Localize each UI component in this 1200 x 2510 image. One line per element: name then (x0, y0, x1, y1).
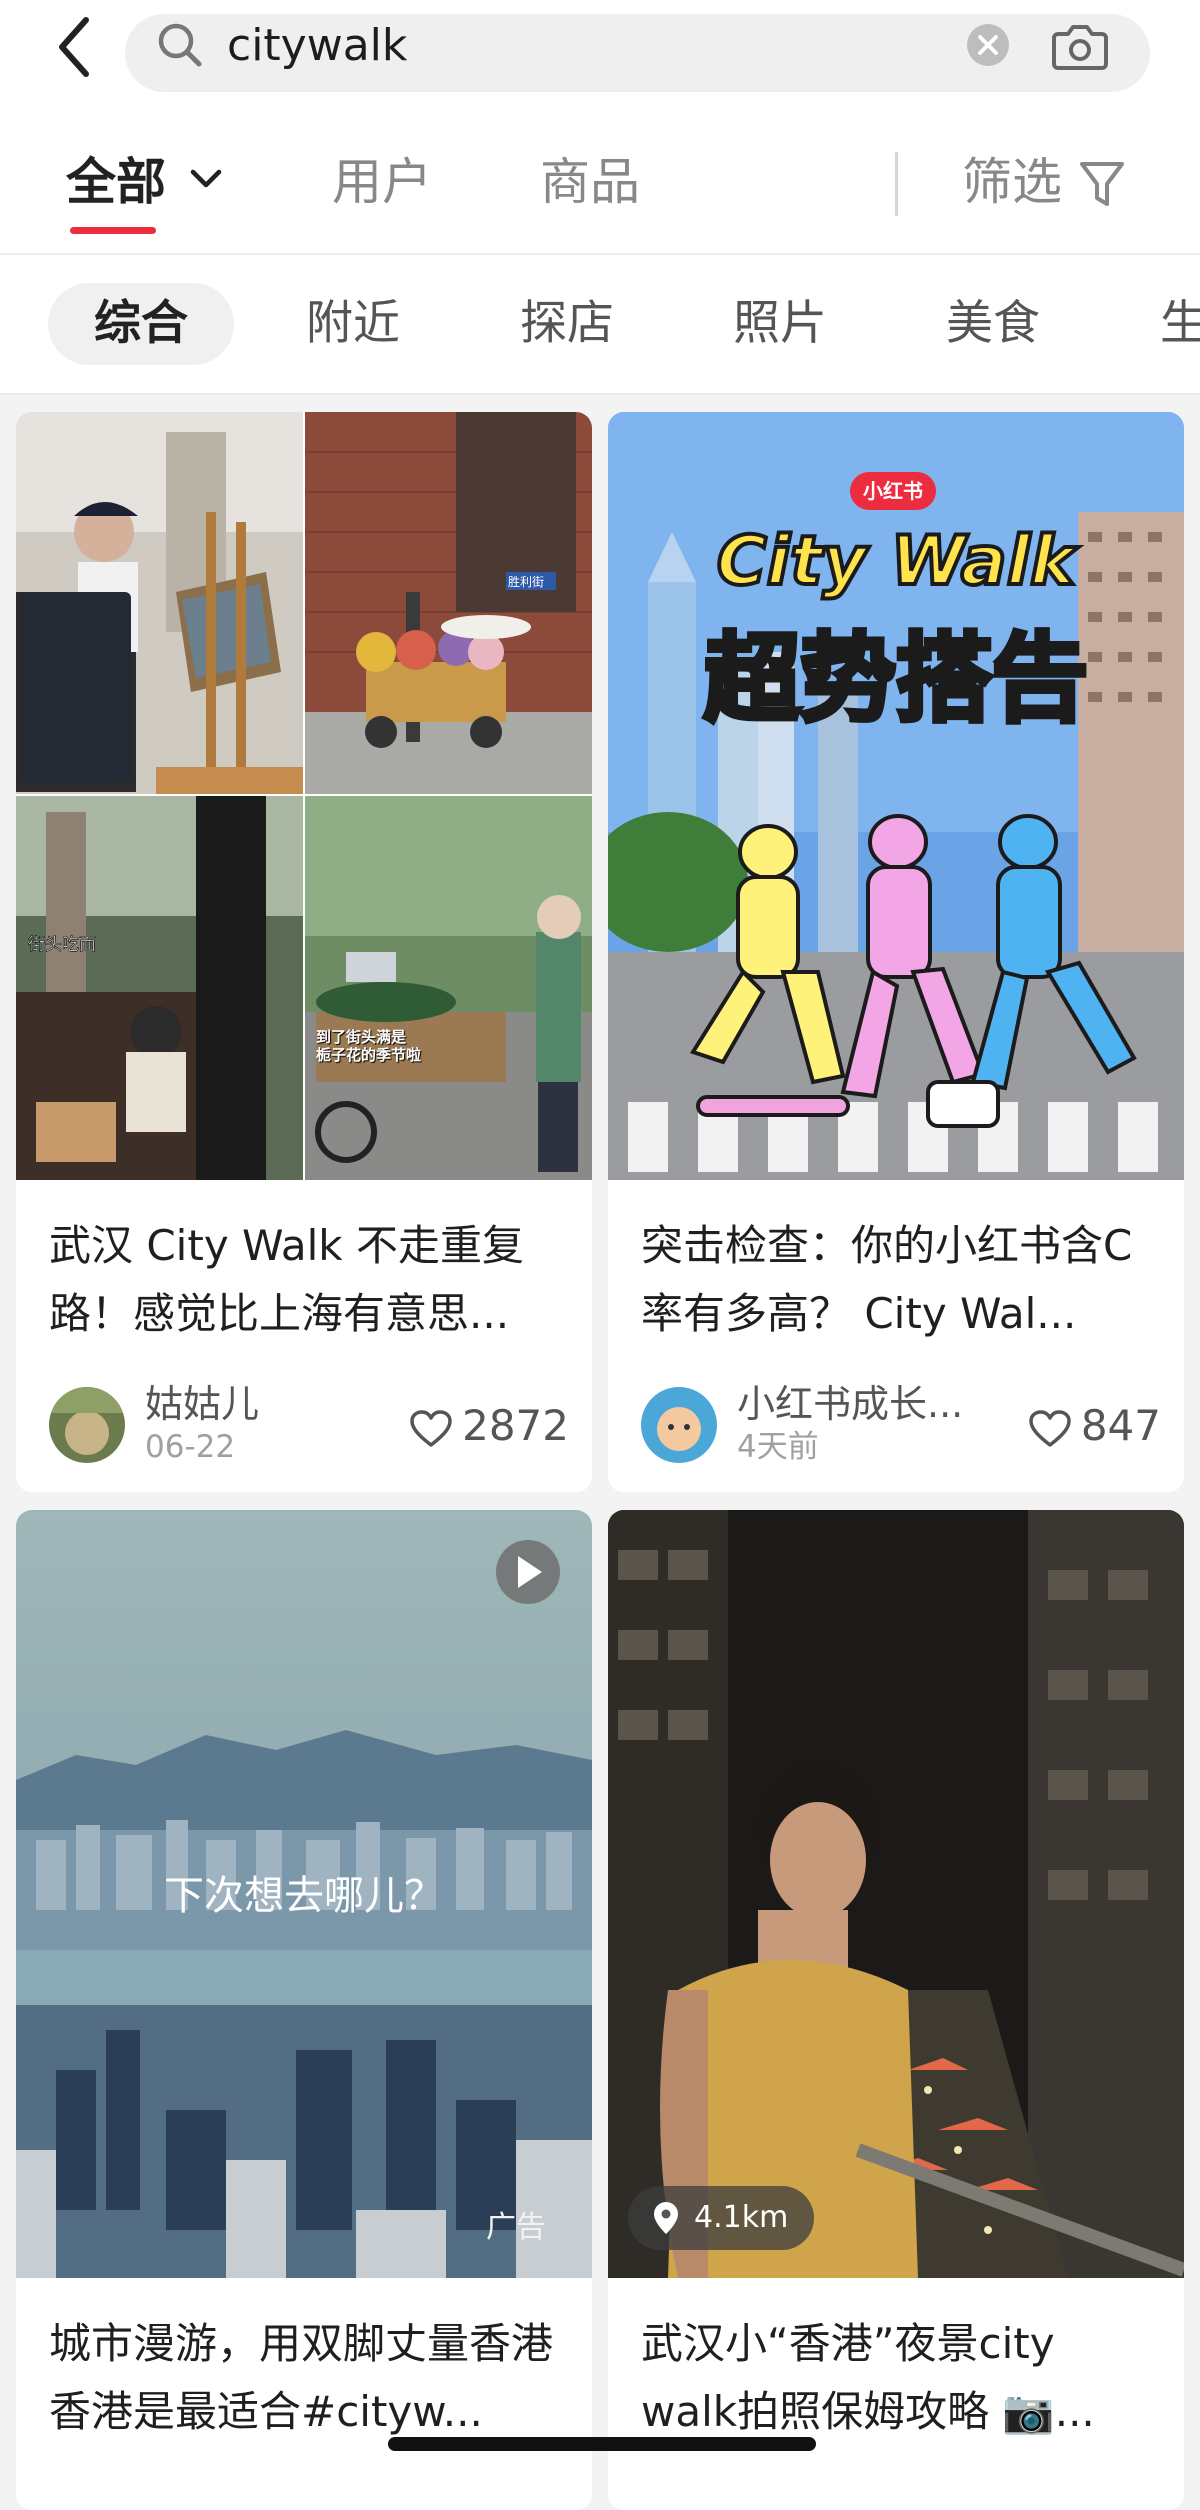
card-author-row: 小红书成长... 4天前 847 (641, 1382, 1161, 1472)
category-food[interactable]: 美食 (946, 283, 1040, 365)
filter-button[interactable]: 筛选 (962, 152, 1062, 212)
card-cover-image[interactable]: 下次想去哪儿？ 广告 (16, 1510, 592, 2278)
post-date: 06-22 (145, 1429, 236, 1465)
poster-headline: City Walk (717, 522, 1079, 601)
card-title[interactable]: 武汉 City Walk 不走重复路！感觉比上海有意思... (49, 1212, 569, 1348)
tabs-separator (895, 152, 898, 216)
category-nearby[interactable]: 附近 (306, 283, 400, 365)
search-query[interactable]: citywalk (227, 16, 407, 76)
like-count-value: 847 (1080, 1401, 1161, 1450)
category-filter-bar: 综合 附近 探店 照片 美食 生 (0, 255, 1200, 395)
author-avatar[interactable] (641, 1387, 717, 1463)
filter-icon[interactable] (1078, 156, 1126, 212)
search-bar[interactable]: citywalk (125, 14, 1150, 92)
card-author-row: 姑姑儿 06-22 2872 (49, 1382, 569, 1472)
cart-caption: 到了街头满是 栀子花的季节啦 (316, 1028, 422, 1064)
back-arrow-icon[interactable] (50, 12, 100, 82)
home-indicator (388, 2437, 816, 2451)
feed-card-1[interactable]: 胜利街 街头吃面 到了街头满是 栀子花的季节啦 武汉 City Walk 不走重… (16, 412, 592, 1492)
poster-illustration: 小红书 City Walk 超势搭告 (608, 412, 1184, 1180)
card-cover-image[interactable]: 胜利街 街头吃面 到了街头满是 栀子花的季节啦 (16, 412, 592, 1180)
category-divider (0, 393, 1200, 395)
author-avatar[interactable] (49, 1387, 125, 1463)
like-count-value: 2872 (462, 1401, 569, 1450)
tab-all[interactable]: 全部 (66, 152, 166, 212)
distance-value: 4.1km (694, 2200, 789, 2235)
like-count[interactable]: 2872 (410, 1396, 569, 1456)
post-date: 4天前 (737, 1429, 819, 1465)
street-sign-text: 胜利街 (508, 574, 544, 589)
chevron-down-icon[interactable] (188, 164, 224, 194)
top-bar: citywalk 全部 用户 商品 筛选 (0, 0, 1200, 255)
stall-caption: 街头吃面 (28, 935, 96, 955)
author-name[interactable]: 小红书成长... (737, 1380, 963, 1428)
clear-search-icon[interactable] (965, 22, 1011, 68)
card-title[interactable]: 武汉小“香港”夜景city walk拍照保姆攻略 📷... (641, 2310, 1161, 2446)
camera-search-icon[interactable] (1050, 18, 1110, 74)
author-name[interactable]: 姑姑儿 (145, 1380, 259, 1428)
category-all[interactable]: 综合 (48, 283, 234, 365)
heart-icon (410, 1409, 452, 1447)
like-count[interactable]: 847 (1029, 1396, 1161, 1456)
heart-icon (1029, 1409, 1071, 1447)
card-cover-image[interactable]: 小红书 City Walk 超势搭告 (608, 412, 1184, 1180)
tab-users[interactable]: 用户 (332, 152, 432, 212)
category-photos[interactable]: 照片 (733, 283, 827, 365)
ad-label: 广告 (486, 2210, 546, 2245)
active-tab-indicator (70, 227, 156, 234)
card-cover-image[interactable]: 4.1km (608, 1510, 1184, 2278)
search-icon (158, 23, 202, 67)
category-life[interactable]: 生 (1160, 283, 1200, 365)
category-store-visit[interactable]: 探店 (520, 283, 614, 365)
collage-photo: 胜利街 街头吃面 到了街头满是 栀子花的季节啦 (16, 412, 592, 1180)
distance-badge: 4.1km (628, 2186, 815, 2250)
card-title[interactable]: 突击检查：你的小红书含C率有多高？ City Wal... (641, 1212, 1161, 1348)
xhs-badge-text: 小红书 (863, 479, 923, 503)
feed-card-2[interactable]: 小红书 City Walk 超势搭告 突击检查：你的小红书含C率有多高？ Cit… (608, 412, 1184, 1492)
feed-card-4[interactable]: 4.1km 武汉小“香港”夜景city walk拍照保姆攻略 📷... (608, 1510, 1184, 2510)
result-type-tabs: 全部 用户 商品 筛选 (0, 130, 1200, 250)
tab-products[interactable]: 商品 (540, 152, 640, 212)
poster-cn-headline: 超势搭告 (704, 623, 1088, 735)
cover-overlay-text: 下次想去哪儿？ (164, 1873, 444, 1919)
feed-card-3[interactable]: 下次想去哪儿？ 广告 城市漫游，用双脚丈量香港 香港是最适合#cityw... (16, 1510, 592, 2510)
night-street-photo (608, 1510, 1184, 2278)
card-title[interactable]: 城市漫游，用双脚丈量香港 香港是最适合#cityw... (49, 2310, 569, 2446)
location-pin-icon (654, 2202, 678, 2234)
